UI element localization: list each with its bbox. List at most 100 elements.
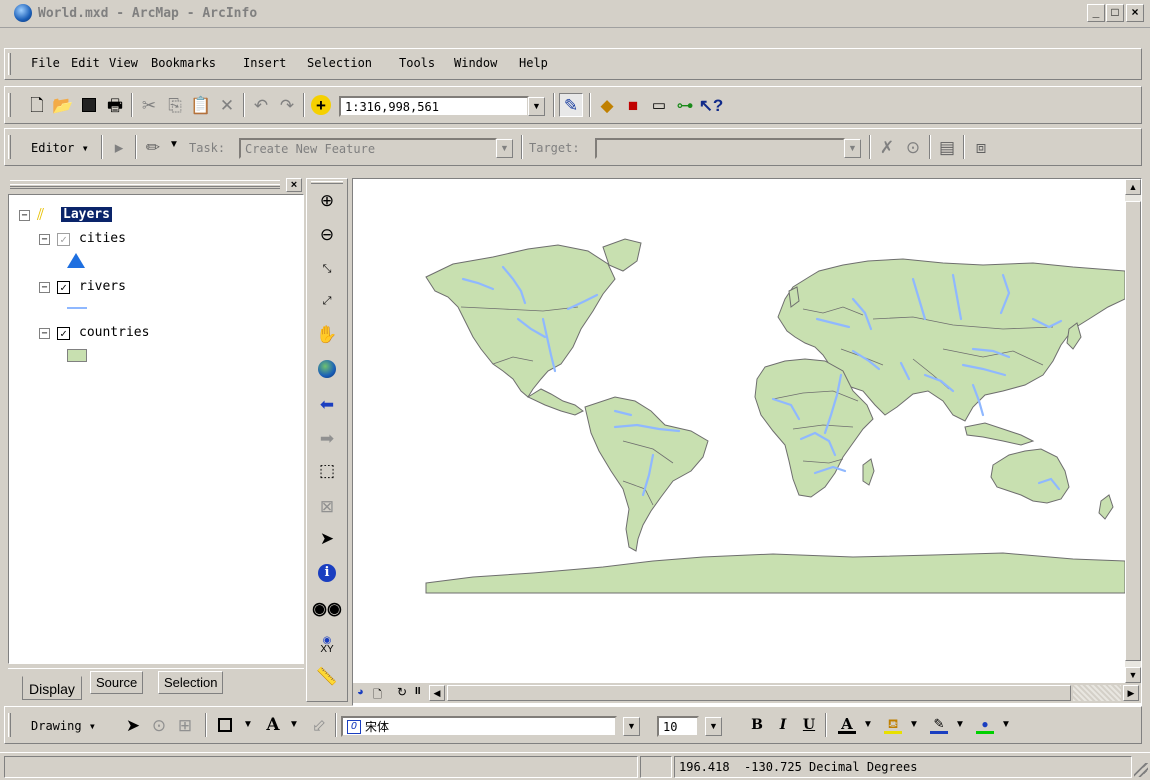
undo-button[interactable]: ↶ <box>249 93 273 117</box>
resize-grip-icon[interactable] <box>1134 763 1148 777</box>
scroll-up-button[interactable]: ▲ <box>1125 179 1141 195</box>
marker-color-dropdown-icon[interactable]: ▼ <box>1001 719 1011 730</box>
toolbar-grip[interactable] <box>8 135 11 159</box>
map-vertical-scrollbar[interactable]: ▲ ▼ <box>1125 179 1141 683</box>
back-extent-button[interactable]: ⬅ <box>312 392 342 418</box>
save-button[interactable] <box>77 93 101 117</box>
minimize-button[interactable]: _ <box>1087 4 1105 22</box>
fill-color-button[interactable]: ⛾ <box>881 713 905 737</box>
zoom-whole-page-button[interactable]: ⊞ <box>173 713 197 737</box>
task-dropdown-button[interactable]: ▼ <box>496 139 513 158</box>
new-rectangle-button[interactable] <box>213 713 237 737</box>
select-elements-draw-button[interactable]: ➤ <box>121 713 145 737</box>
tab-selection[interactable]: Selection <box>158 671 224 694</box>
full-extent-button[interactable] <box>312 356 342 382</box>
line-color-button[interactable]: ✎ <box>927 713 951 737</box>
toolbar-grip[interactable] <box>311 181 343 184</box>
layer-name-cities[interactable]: cities <box>79 231 126 246</box>
toolbar-grip[interactable] <box>8 713 11 737</box>
clear-selection-button[interactable]: ⊠ <box>312 494 342 520</box>
underline-button[interactable]: U <box>797 713 821 737</box>
redo-button[interactable]: ↷ <box>275 93 299 117</box>
rectangle-dropdown-icon[interactable]: ▼ <box>243 719 253 730</box>
toolbar-grip[interactable] <box>8 53 11 75</box>
font-size-combo[interactable]: 10 <box>657 716 699 737</box>
map-view[interactable]: ▲ ▼ ◕ 🗋 ↻ II ◀ ▶ <box>352 178 1142 706</box>
copy-button[interactable]: ⎘ <box>163 93 187 117</box>
modelbuilder-button[interactable]: ⊶ <box>673 93 697 117</box>
rotate-tool-button[interactable]: ⊙ <box>901 135 925 159</box>
editor-toolbar-button[interactable]: ✎ <box>559 93 583 117</box>
editor-menu[interactable]: Editor ▾ <box>31 141 89 155</box>
horizontal-scroll-thumb[interactable] <box>447 685 1071 701</box>
toc-title-grip[interactable] <box>10 184 280 189</box>
horizontal-scroll-track[interactable] <box>1073 685 1121 701</box>
pause-drawing-icon[interactable]: II <box>415 686 421 697</box>
layer-name-countries[interactable]: countries <box>79 325 149 340</box>
fill-color-dropdown-icon[interactable]: ▼ <box>909 719 919 730</box>
go-to-xy-button[interactable]: ◉ XY <box>312 632 342 658</box>
italic-button[interactable]: I <box>771 713 795 737</box>
scale-dropdown-button[interactable]: ▼ <box>528 97 545 116</box>
menu-window[interactable]: Window <box>454 56 497 70</box>
menu-help[interactable]: Help <box>519 56 548 70</box>
menu-insert[interactable]: Insert <box>243 56 286 70</box>
menu-edit[interactable]: Edit <box>71 56 100 70</box>
text-dropdown-icon[interactable]: ▼ <box>289 719 299 730</box>
pan-button[interactable]: ✋ <box>312 322 342 348</box>
print-button[interactable]: 🖶 <box>103 93 127 117</box>
select-features-button[interactable]: ⬚ <box>312 458 342 484</box>
font-color-button[interactable]: A <box>835 713 859 737</box>
font-name-combo[interactable]: O 宋体 <box>341 716 617 737</box>
menu-file[interactable]: File <box>31 56 60 70</box>
layer-name-rivers[interactable]: rivers <box>79 279 126 294</box>
edit-vertices-button[interactable]: ⬃ <box>307 713 331 737</box>
layout-view-icon[interactable]: 🗋 <box>373 686 382 705</box>
close-button[interactable]: × <box>1126 4 1144 22</box>
sketch-dropdown-icon[interactable]: ▼ <box>169 139 179 150</box>
vertical-scroll-thumb[interactable] <box>1125 201 1141 661</box>
identify-button[interactable]: i <box>312 560 342 586</box>
layers-root-label[interactable]: Layers <box>61 207 112 222</box>
zoom-in-button[interactable]: ⊕ <box>312 188 342 214</box>
rivers-visibility-checkbox[interactable]: ✓ <box>57 281 70 294</box>
collapse-icon[interactable]: − <box>39 234 50 245</box>
map-scale-combo[interactable]: 1:316,998,561 <box>339 96 529 117</box>
attributes-button[interactable]: ▤ <box>935 135 959 159</box>
font-name-dropdown-button[interactable]: ▼ <box>623 717 640 736</box>
target-combo[interactable] <box>595 138 845 159</box>
menu-view[interactable]: View <box>109 56 138 70</box>
menu-tools[interactable]: Tools <box>399 56 435 70</box>
line-color-dropdown-icon[interactable]: ▼ <box>955 719 965 730</box>
target-dropdown-button[interactable]: ▼ <box>844 139 861 158</box>
font-size-dropdown-button[interactable]: ▼ <box>705 717 722 736</box>
add-data-button[interactable]: + <box>309 93 333 117</box>
font-color-dropdown-icon[interactable]: ▼ <box>863 719 873 730</box>
maximize-button[interactable]: □ <box>1106 4 1124 22</box>
menu-selection[interactable]: Selection <box>307 56 372 70</box>
bold-button[interactable]: B <box>745 713 769 737</box>
delete-button[interactable]: ✕ <box>215 93 239 117</box>
forward-extent-button[interactable]: ➡ <box>312 426 342 452</box>
open-button[interactable]: 📂 <box>51 93 75 117</box>
rotate-draw-button[interactable]: ⊙ <box>147 713 171 737</box>
cut-button[interactable]: ✂ <box>137 93 161 117</box>
command-line-button[interactable]: ▭ <box>647 93 671 117</box>
fixed-zoom-out-button[interactable]: ⤢ <box>312 288 342 314</box>
arccatalog-button[interactable]: ◆ <box>595 93 619 117</box>
refresh-icon[interactable]: ↻ <box>397 685 407 699</box>
world-map[interactable] <box>353 179 1125 679</box>
toolbar-grip[interactable] <box>8 93 11 117</box>
countries-visibility-checkbox[interactable]: ✓ <box>57 327 70 340</box>
new-document-button[interactable]: 🗋 <box>25 93 49 117</box>
toc-close-button[interactable]: × <box>286 178 302 192</box>
select-elements-button[interactable]: ➤ <box>312 526 342 552</box>
paste-button[interactable]: 📋 <box>189 93 213 117</box>
zoom-out-button[interactable]: ⊖ <box>312 222 342 248</box>
collapse-icon[interactable]: − <box>19 210 30 221</box>
collapse-icon[interactable]: − <box>39 282 50 293</box>
arctoolbox-button[interactable]: ■ <box>621 93 645 117</box>
menu-bookmarks[interactable]: Bookmarks <box>151 56 216 70</box>
sketch-properties-button[interactable]: ⧈ <box>969 135 993 159</box>
scroll-down-button[interactable]: ▼ <box>1125 667 1141 683</box>
